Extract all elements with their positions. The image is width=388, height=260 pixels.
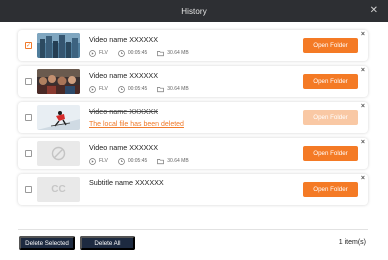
- delete-all-button[interactable]: Delete All: [80, 236, 135, 250]
- cc-icon: CC: [51, 184, 66, 195]
- file-deleted-notice: The local file has been deleted: [89, 121, 184, 128]
- play-icon: [89, 86, 96, 93]
- open-folder-button: Open Folder: [303, 110, 358, 125]
- city-skyline-thumbnail: [37, 33, 80, 58]
- clock-icon: [117, 158, 125, 165]
- open-folder-button[interactable]: Open Folder: [303, 74, 358, 89]
- item-name: Video name XXXXXX: [89, 35, 158, 44]
- folder-icon: [157, 87, 165, 93]
- item-checkbox[interactable]: [25, 114, 32, 121]
- item-duration: 00:05:45: [127, 50, 148, 56]
- item-format: FLV: [99, 50, 108, 56]
- folder-icon: [157, 159, 165, 165]
- footer-divider: [18, 229, 368, 230]
- item-format: FLV: [99, 86, 108, 92]
- history-item: Video name XXXXXX The local file has bee…: [18, 102, 368, 133]
- item-format: FLV: [99, 158, 108, 164]
- item-checkbox[interactable]: [25, 150, 32, 157]
- clock-icon: [117, 86, 125, 93]
- title-bar: History ✕: [0, 0, 388, 22]
- folder-icon: [157, 51, 165, 57]
- remove-item-icon[interactable]: ×: [361, 139, 365, 146]
- window-title: History: [181, 6, 207, 16]
- history-item: ✓ Video name XXXXXX FLV 00:05:45 30.64 M…: [18, 30, 368, 61]
- play-icon: [89, 158, 96, 165]
- item-name: Video name XXXXXX: [89, 107, 158, 116]
- open-folder-button[interactable]: Open Folder: [303, 38, 358, 53]
- close-icon[interactable]: ✕: [370, 5, 378, 17]
- item-size: 30.64 MB: [167, 86, 189, 92]
- history-list: ✓ Video name XXXXXX FLV 00:05:45 30.64 M…: [18, 30, 368, 210]
- item-size: 30.64 MB: [167, 50, 189, 56]
- open-folder-button[interactable]: Open Folder: [303, 182, 358, 197]
- open-folder-button[interactable]: Open Folder: [303, 146, 358, 161]
- play-icon: [89, 50, 96, 57]
- item-name: Video name XXXXXX: [89, 71, 158, 80]
- remove-item-icon[interactable]: ×: [361, 175, 365, 182]
- crowd-scene-thumbnail: [37, 69, 80, 94]
- skier-snow-thumbnail: [37, 105, 80, 130]
- remove-item-icon[interactable]: ×: [361, 31, 365, 38]
- remove-item-icon[interactable]: ×: [361, 103, 365, 110]
- item-checkbox[interactable]: [25, 78, 32, 85]
- item-size: 30.64 MB: [167, 158, 189, 164]
- item-checkbox[interactable]: [25, 186, 32, 193]
- history-item: Video name XXXXXX FLV 00:05:45 30.64 MB …: [18, 66, 368, 97]
- history-item: Video name XXXXXX FLV 00:05:45 30.64 MB …: [18, 138, 368, 169]
- no-preview-thumbnail: [37, 141, 80, 166]
- item-name: Subtitle name XXXXXX: [89, 178, 164, 187]
- delete-selected-button[interactable]: Delete Selected: [19, 236, 75, 250]
- item-duration: 00:05:45: [127, 86, 148, 92]
- no-preview-icon: [51, 146, 66, 161]
- remove-item-icon[interactable]: ×: [361, 67, 365, 74]
- clock-icon: [117, 50, 125, 57]
- item-count: 1 item(s): [338, 239, 366, 246]
- item-checkbox[interactable]: ✓: [25, 42, 32, 49]
- item-duration: 00:05:45: [127, 158, 148, 164]
- subtitle-thumbnail: CC: [37, 177, 80, 202]
- history-item: CC Subtitle name XXXXXX Open Folder ×: [18, 174, 368, 205]
- item-name: Video name XXXXXX: [89, 143, 158, 152]
